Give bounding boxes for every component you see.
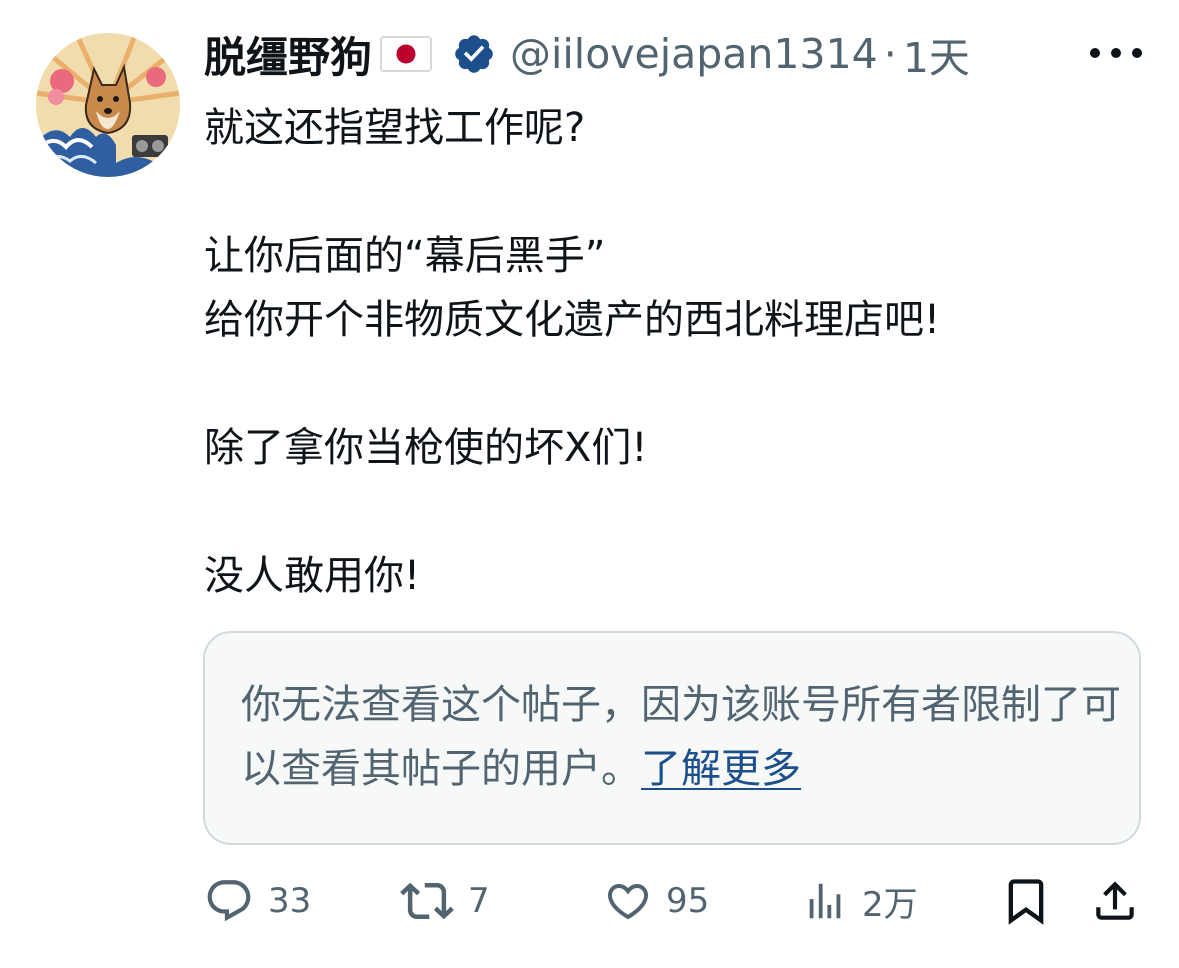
action-bar: 33 7 95 2万 <box>0 866 1179 936</box>
repost-count: 7 <box>468 881 490 921</box>
more-horizontal-icon <box>1090 48 1100 58</box>
repost-button[interactable]: 7 <box>400 866 490 936</box>
avatar-image <box>36 33 180 177</box>
bookmark-icon <box>1008 879 1044 925</box>
more-dot <box>1111 48 1121 58</box>
reply-icon <box>207 880 251 922</box>
post-text-line: 给你开个非物质文化遗产的西北料理店吧! <box>204 297 941 343</box>
post-header: 脱缰野狗 @iilovejapan1314 · 1天 <box>204 22 970 86</box>
bookmark-button[interactable] <box>1000 866 1052 936</box>
post-text-blank-line <box>204 352 1154 416</box>
like-count: 95 <box>666 881 710 921</box>
view-count: 2万 <box>862 884 918 925</box>
avatar[interactable] <box>36 33 180 177</box>
like-button[interactable]: 95 <box>604 866 709 936</box>
reply-button[interactable]: 33 <box>204 866 311 936</box>
post-text-blank-line <box>204 480 1154 544</box>
share-button[interactable] <box>1090 866 1140 936</box>
more-dot <box>1132 48 1142 58</box>
views-button[interactable]: 2万 <box>802 866 918 936</box>
user-handle[interactable]: @iilovejapan1314 <box>510 30 878 78</box>
separator-dot: · <box>883 30 897 78</box>
quoted-post-unavailable-notice: 你无法查看这个帖子，因为该账号所有者限制了可以查看其帖子的用户。了解更多 <box>203 631 1141 845</box>
japan-flag-icon <box>380 36 433 72</box>
notice-text-container: 你无法查看这个帖子，因为该账号所有者限制了可以查看其帖子的用户。了解更多 <box>241 673 1121 801</box>
reply-count: 33 <box>268 881 312 921</box>
more-options-button[interactable] <box>1090 38 1142 68</box>
learn-more-link[interactable]: 了解更多 <box>641 746 801 792</box>
post-text-line: 就这还指望找工作呢? <box>204 105 586 151</box>
analytics-icon <box>809 883 841 919</box>
post-text-line: 让你后面的“幕后黑手” <box>204 233 606 279</box>
post-text-line: 除了拿你当枪使的坏X们! <box>204 425 648 471</box>
repost-icon <box>400 882 454 920</box>
post-text-line: 没人敢用你! <box>204 553 421 599</box>
display-name[interactable]: 脱缰野狗 <box>204 24 372 85</box>
post-text: 就这还指望找工作呢? 让你后面的“幕后黑手” 给你开个非物质文化遗产的西北料理店… <box>204 96 1154 608</box>
verified-badge-icon[interactable] <box>452 32 496 76</box>
heart-icon <box>607 884 649 920</box>
post-time[interactable]: 1天 <box>903 24 970 84</box>
share-icon <box>1096 881 1134 920</box>
post-text-blank-line <box>204 160 1154 224</box>
